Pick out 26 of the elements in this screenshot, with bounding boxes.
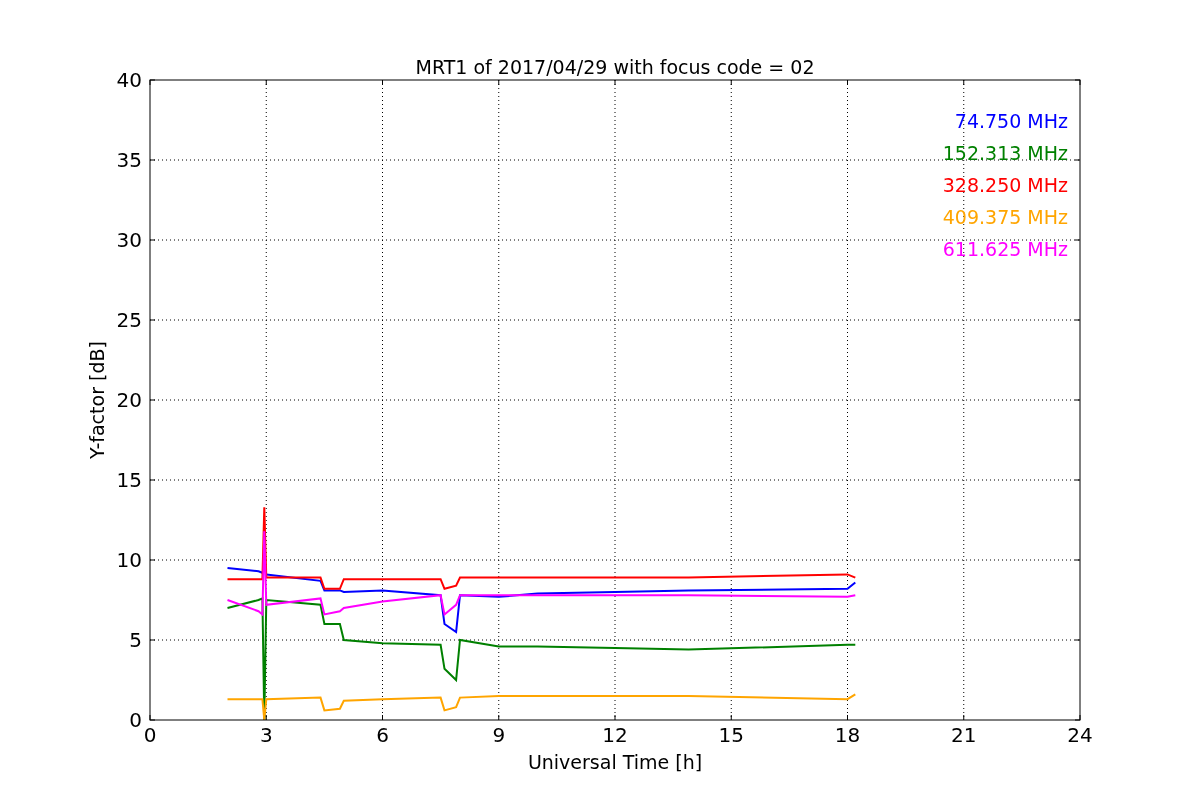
- y-tick-label: 40: [116, 68, 142, 92]
- y-tick-label: 0: [129, 708, 142, 732]
- y-tick-label: 5: [129, 628, 142, 652]
- x-tick-label: 9: [492, 723, 506, 747]
- y-axis-label: Y-factor [dB]: [86, 341, 108, 459]
- x-tick-label: 6: [376, 723, 389, 747]
- legend-label: 152.313 MHz: [942, 142, 1068, 164]
- x-tick-label: 0: [143, 723, 157, 747]
- x-tick-label: 3: [259, 723, 273, 747]
- legend-label: 74.750 MHz: [954, 110, 1068, 132]
- x-axis-label: Universal Time [h]: [527, 751, 703, 773]
- x-tick-label: 21: [951, 723, 977, 747]
- y-tick-label: 25: [116, 308, 142, 332]
- legend-label: 328.250 MHz: [942, 174, 1068, 196]
- legend-label: 611.625 MHz: [942, 238, 1068, 260]
- y-tick-label: 35: [116, 148, 142, 172]
- x-tick-label: 12: [602, 723, 628, 747]
- y-tick-label: 20: [116, 388, 142, 412]
- x-tick-label: 15: [718, 723, 744, 747]
- y-tick-label: 30: [116, 228, 142, 252]
- y-tick-label: 15: [116, 468, 142, 492]
- chart-title: MRT1 of 2017/04/29 with focus code = 02: [415, 56, 815, 78]
- legend-label: 409.375 MHz: [942, 206, 1068, 228]
- x-tick-label: 24: [1067, 723, 1093, 747]
- x-tick-label: 18: [834, 723, 861, 747]
- y-tick-label: 10: [116, 548, 142, 572]
